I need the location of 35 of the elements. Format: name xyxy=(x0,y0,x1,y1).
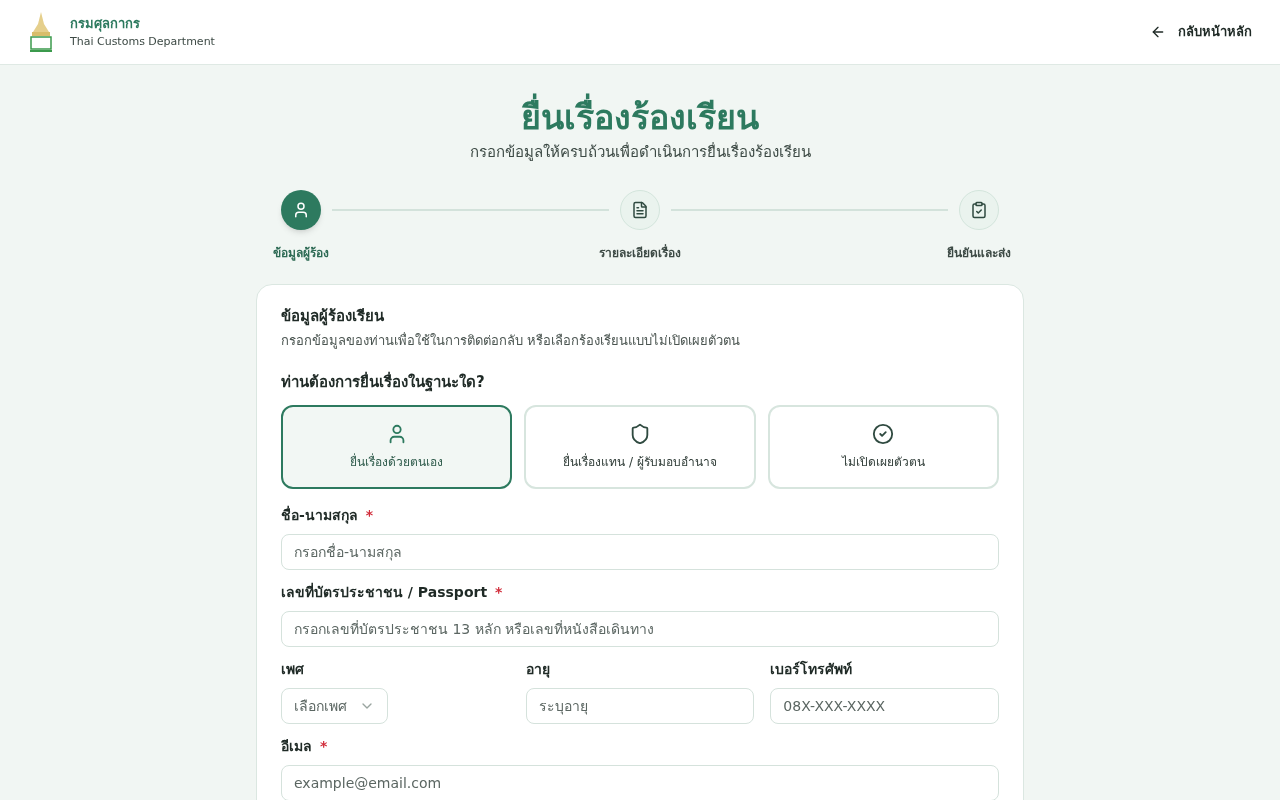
input-field[interactable]: 08X-XXX-XXXX xyxy=(770,688,999,724)
org-name: กรมศุลกากร xyxy=(70,15,141,34)
input-field[interactable]: example@email.com xyxy=(281,765,999,800)
field-label: อีเมล xyxy=(281,737,312,756)
clipboard-check-icon xyxy=(970,200,988,219)
step-label: รายละเอียดเรื่อง xyxy=(599,243,681,262)
field-label: เลขที่บัตรประชาชน / Passport xyxy=(281,582,488,602)
card-description: กรอกข้อมูลของท่านเพื่อใช้ในการติดต่อกลับ หรือเลือกร้องเรียนแบบไม่เปิดเผยตัวตน xyxy=(281,331,742,351)
arrow-left-icon xyxy=(1150,24,1166,40)
input-field[interactable]: กรอกเลขที่บัตรประชาชน 13 หลัก หรือเลขที่หนังสือเดินทาง xyxy=(281,611,999,647)
shield-icon xyxy=(629,423,651,445)
field-label: เบอร์โทรศัพท์ xyxy=(770,659,853,679)
role-option[interactable]: ยื่นเรื่องแทน / ผู้รับมอบอำนาจ xyxy=(524,405,756,489)
question-label: ท่านต้องการยื่นเรื่องในฐานะใด? xyxy=(281,370,486,393)
required-mark: * xyxy=(495,583,503,602)
required-mark: * xyxy=(365,506,374,525)
required-mark: * xyxy=(320,737,328,756)
document-icon xyxy=(631,200,649,219)
org-subtitle: Thai Customs Department xyxy=(70,33,215,50)
page-title: ยื่นเรื่องร้องเรียน xyxy=(256,93,1024,141)
check-circle-icon xyxy=(872,423,895,445)
step-label: ยืนยันและส่ง xyxy=(947,244,1011,262)
field-label: เพศ xyxy=(281,660,304,679)
page-subtitle: กรอกข้อมูลให้ครบถ้วนเพื่อดำเนินการยื่นเรื่องร้องเรียน xyxy=(468,141,812,163)
input-field[interactable]: ระบุอายุ xyxy=(525,688,755,724)
back-home-link[interactable]: กลับหน้าหลัก xyxy=(1150,22,1252,42)
role-option[interactable]: ไม่เปิดเผยตัวตน xyxy=(767,405,999,489)
person-icon xyxy=(292,200,310,219)
field-label: ชื่อ-นามสกุล xyxy=(281,505,358,526)
input-field[interactable]: กรอกชื่อ-นามสกุล xyxy=(281,534,999,570)
gender-select[interactable]: เลือกเพศ xyxy=(281,688,388,724)
step-label: ข้อมูลผู้ร้อง xyxy=(273,244,329,262)
field-label: อายุ xyxy=(525,660,550,680)
role-option[interactable]: ยื่นเรื่องด้วยตนเอง xyxy=(281,405,513,489)
card-title: ข้อมูลผู้ร้องเรียน xyxy=(281,305,385,327)
